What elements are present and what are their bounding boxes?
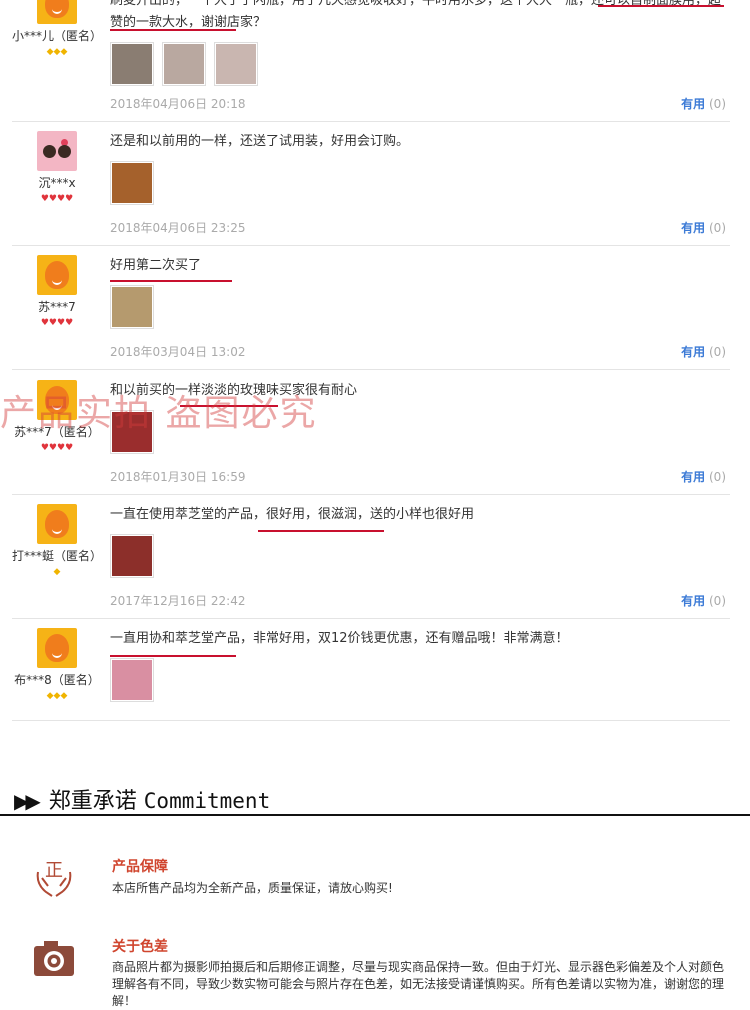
useful-vote[interactable]: 有用 (0) — [681, 219, 726, 236]
review-text: 一直用协和萃芝堂产品，非常好用，双12价钱更优惠，还有赠品哦！非常满意！ — [110, 631, 569, 646]
useful-button[interactable]: 有用 — [681, 221, 705, 235]
camera-icon — [34, 941, 74, 976]
reviewer-info: 苏***7（匿名） ♥♥♥♥ — [12, 380, 102, 453]
review-item: 沉***x ♥♥♥♥ 还是和以前用的一样，还送了试用装，好用会订购。 2018年… — [12, 121, 730, 246]
review-photos — [110, 285, 730, 329]
review-text: 好用第二次买了 — [110, 258, 202, 273]
review-photo-thumb[interactable] — [110, 161, 154, 205]
reviewer-name: 布***8（匿名） — [14, 673, 100, 687]
reviewer-level-badge: ♥♥♥♥ — [40, 318, 74, 328]
useful-button[interactable]: 有用 — [681, 594, 705, 608]
reviewer-info: 小***儿（匿名） ◆◆◆ — [12, 0, 102, 57]
review-photos — [110, 410, 730, 454]
reviewer-name: 苏***7（匿名） — [14, 425, 100, 439]
review-date: 2018年03月04日 13:02 — [110, 345, 246, 359]
useful-vote[interactable]: 有用 (0) — [681, 343, 726, 360]
useful-button[interactable]: 有用 — [681, 345, 705, 359]
useful-count: (0) — [709, 221, 726, 235]
reviewer-info: 打***蜓（匿名） ◆ — [12, 504, 102, 577]
highlight-underline — [110, 655, 236, 657]
section-title-cn: 郑重承诺 — [48, 789, 137, 814]
review-photo-thumb[interactable] — [162, 42, 206, 86]
review-date: 2018年04月06日 23:25 — [110, 221, 246, 235]
review-text: 还是和以前用的一样，还送了试用装，好用会订购。 — [110, 134, 410, 149]
useful-button[interactable]: 有用 — [681, 97, 705, 111]
commitment-body: 本店所售产品均为全新产品，质量保证，请放心购买! — [112, 881, 393, 895]
review-item: 打***蜓（匿名） ◆ 一直在使用萃芝堂的产品，很好用，很滋润，送的小样也很好用… — [12, 494, 730, 619]
review-text: 一直在使用萃芝堂的产品，很好用，很滋润，送的小样也很好用 — [110, 507, 475, 522]
review-photos — [110, 42, 730, 86]
useful-count: (0) — [709, 594, 726, 608]
review-photo-thumb[interactable] — [214, 42, 258, 86]
review-date: 2017年12月16日 22:42 — [110, 594, 246, 608]
reviewer-name: 沉***x — [38, 176, 76, 190]
review-item: 布***8（匿名） ◆◆◆ 一直用协和萃芝堂产品，非常好用，双12价钱更优惠，还… — [12, 618, 730, 721]
useful-button[interactable]: 有用 — [681, 470, 705, 484]
commitment-body: 商品照片都为摄影师拍摄后和后期修正调整，尽量与现实商品保持一致。但由于灯光、显示… — [112, 960, 725, 1008]
reviewer-name: 苏***7 — [38, 300, 76, 314]
review-photo-thumb[interactable] — [110, 285, 154, 329]
highlight-underline — [258, 530, 384, 532]
commitment-heading: 产品保障 — [112, 859, 168, 875]
reviewer-level-badge: ♥♥♥♥ — [40, 443, 74, 453]
review-item: 苏***7 ♥♥♥♥ 好用第二次买了 2018年03月04日 13:02 有用 … — [12, 245, 730, 370]
commitment-heading: 关于色差 — [112, 939, 168, 955]
avatar[interactable] — [37, 380, 77, 420]
section-title: ▶▶ 郑重承诺 Commitment — [14, 783, 270, 815]
useful-vote[interactable]: 有用 (0) — [681, 95, 726, 112]
useful-vote[interactable]: 有用 (0) — [681, 592, 726, 609]
double-arrow-icon: ▶▶ — [14, 789, 41, 813]
highlight-underline — [110, 280, 232, 282]
review-photo-thumb[interactable] — [110, 658, 154, 702]
hands-zheng-icon: 正 — [36, 860, 72, 897]
reviewer-info: 沉***x ♥♥♥♥ — [12, 131, 102, 204]
svg-text:正: 正 — [45, 860, 63, 881]
review-date: 2018年04月06日 20:18 — [110, 97, 246, 111]
review-photo-thumb[interactable] — [110, 534, 154, 578]
section-title-en: Commitment — [143, 789, 271, 813]
reviewer-level-badge: ◆ — [53, 567, 61, 577]
review-photos — [110, 534, 730, 578]
review-text: 和以前买的一样淡淡的玫瑰味买家很有耐心 — [110, 383, 358, 398]
avatar[interactable] — [37, 504, 77, 544]
review-photos — [110, 161, 730, 205]
review-photos — [110, 658, 730, 702]
highlight-underline — [598, 5, 724, 7]
avatar[interactable] — [37, 628, 77, 668]
useful-count: (0) — [709, 345, 726, 359]
review-date: 2018年01月30日 16:59 — [110, 470, 246, 484]
reviewer-name: 小***儿（匿名） — [12, 29, 103, 43]
useful-count: (0) — [709, 470, 726, 484]
review-photo-thumb[interactable] — [110, 410, 154, 454]
reviewer-info: 布***8（匿名） ◆◆◆ — [12, 628, 102, 701]
section-divider — [0, 814, 750, 816]
reviewer-level-badge: ◆◆◆ — [46, 47, 68, 57]
useful-vote[interactable]: 有用 (0) — [681, 468, 726, 485]
highlight-underline — [110, 29, 236, 31]
reviewer-level-badge: ♥♥♥♥ — [40, 194, 74, 204]
reviewer-name: 打***蜓（匿名） — [12, 549, 103, 563]
review-photo-thumb[interactable] — [110, 42, 154, 86]
avatar[interactable] — [37, 131, 77, 171]
useful-count: (0) — [709, 97, 726, 111]
review-item: 苏***7（匿名） ♥♥♥♥ 和以前买的一样淡淡的玫瑰味买家很有耐心 2018年… — [12, 370, 730, 495]
reviewer-level-badge: ◆◆◆ — [46, 691, 68, 701]
avatar[interactable] — [37, 255, 77, 295]
reviewer-info: 苏***7 ♥♥♥♥ — [12, 255, 102, 328]
highlight-underline — [180, 405, 278, 407]
avatar[interactable] — [37, 0, 77, 24]
review-item: 小***儿（匿名） ◆◆◆ 刷麦开出的，一个大于了闪瓶，用了几天感觉吸收好，平时… — [12, 0, 730, 122]
